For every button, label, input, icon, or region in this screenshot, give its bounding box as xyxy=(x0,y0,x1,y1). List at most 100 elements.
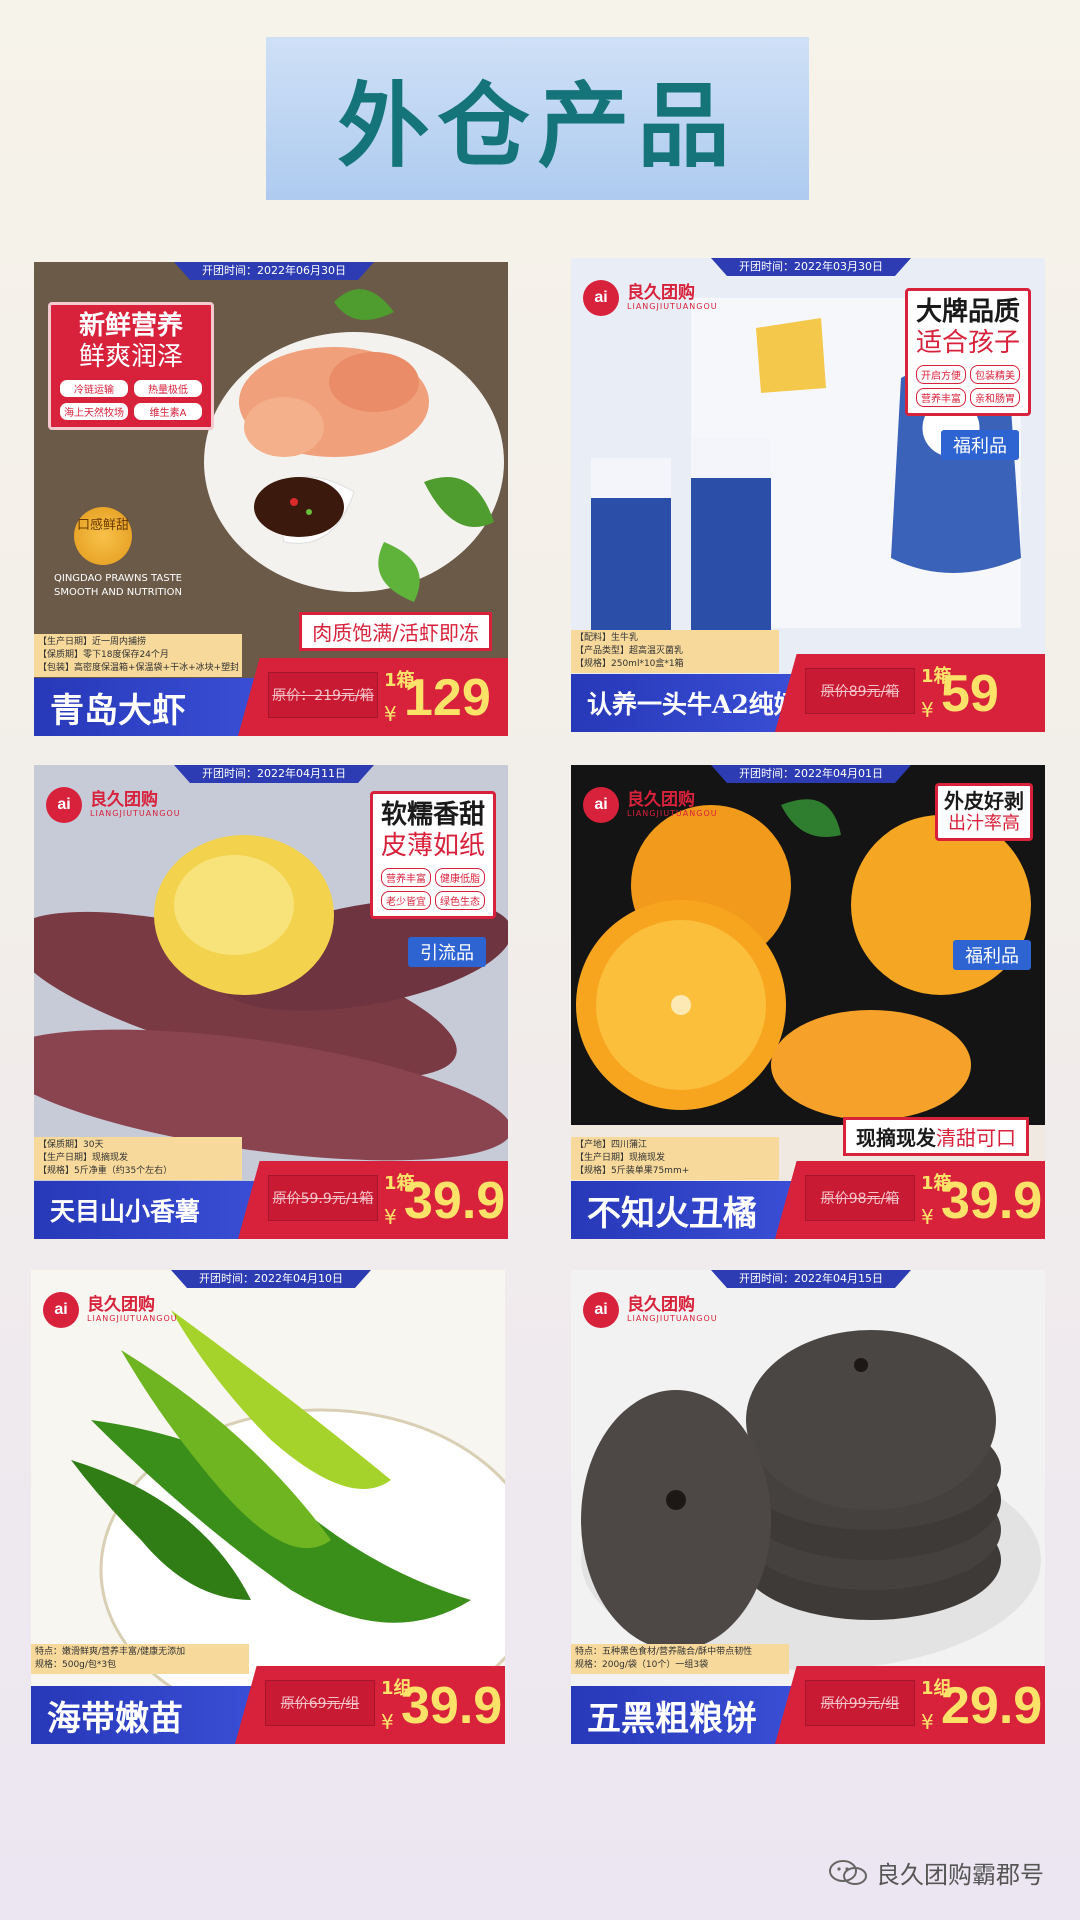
original-price: 原价89元/箱 xyxy=(805,668,915,714)
brand-logo-icon: ai xyxy=(583,787,619,823)
product-card-tangerine[interactable]: ai 良久团购 LIANGJIUTUANGOU 开团时间：2022年04月01日… xyxy=(571,765,1045,1239)
brand-logo-block: ai 良久团购 LIANGJIUTUANGOU xyxy=(583,1292,718,1328)
price-bar: 青岛大虾 原价：219元/箱 1箱 ¥ 129 xyxy=(34,658,508,736)
open-date: 开团时间：2022年04月10日 xyxy=(171,1270,371,1288)
brand-logo-block: ai 良久团购 LIANGJIUTUANGOU xyxy=(46,787,181,823)
open-date: 开团时间：2022年04月01日 xyxy=(711,765,911,783)
product-name: 不知火丑橘 xyxy=(571,1181,801,1239)
category-badge: 引流品 xyxy=(408,937,486,967)
feature-tag: 开启方便 xyxy=(915,365,966,385)
brand-logo-block: ai 良久团购 LIANGJIUTUANGOU xyxy=(43,1292,178,1328)
category-badge: 福利品 xyxy=(941,430,1019,460)
brand-name: 良久团购 xyxy=(627,1294,695,1315)
price-bar: 认养一头牛A2纯奶 原价89元/箱 1箱 ¥ 59 xyxy=(571,654,1045,732)
sale-price: 129 xyxy=(404,669,491,727)
product-card-kelp[interactable]: ai 良久团购 LIANGJIUTUANGOU 开团时间：2022年04月10日… xyxy=(31,1270,505,1744)
currency-symbol: ¥ xyxy=(384,1205,397,1229)
brand-name: 良久团购 xyxy=(90,789,158,810)
product-card-milk[interactable]: ai 良久团购 LIANGJIUTUANGOU 开团时间：2022年03月30日… xyxy=(571,258,1045,732)
promo-title: 外皮好剥 xyxy=(944,789,1024,813)
promo-subtitle: 适合孩子 xyxy=(915,328,1020,359)
promo-box: 大牌品质 适合孩子 开启方便 包装精美 营养丰富 亲和肠胃 xyxy=(904,288,1031,417)
currency-symbol: ¥ xyxy=(381,1710,394,1734)
original-price: 原价：219元/箱 xyxy=(268,672,378,718)
spec-line: 【产地】四川蒲江 xyxy=(575,1140,648,1150)
brand-pinyin: LIANGJIUTUANGOU xyxy=(87,1313,178,1323)
sale-price: 39.9 xyxy=(401,1677,503,1735)
brand-logo-block: ai 良久团购 LIANGJIUTUANGOU xyxy=(583,787,718,823)
slogan: 现摘现发清甜可口 xyxy=(843,1117,1029,1156)
feature-tag: 维生素A xyxy=(133,402,203,422)
feature-tag: 包装精美 xyxy=(969,365,1020,385)
brand-name: 良久团购 xyxy=(627,789,695,810)
footer-text: 良久团购霸郡号 xyxy=(876,1861,1044,1889)
brand-logo-icon: ai xyxy=(46,787,82,823)
original-price: 原价59.9元/1箱 xyxy=(268,1175,378,1221)
price-bar: 五黑粗粮饼 原价99元/组 1组 ¥ 29.9 xyxy=(571,1666,1045,1744)
price-box: 原价99元/组 1组 ¥ 29.9 xyxy=(775,1666,1045,1744)
currency-symbol: ¥ xyxy=(921,1710,934,1734)
brand-pinyin: LIANGJIUTUANGOU xyxy=(627,301,718,311)
currency-symbol: ¥ xyxy=(921,1205,934,1229)
spec-line: 【配料】生牛乳 xyxy=(575,633,639,643)
promo-box: 软糯香甜 皮薄如纸 营养丰富 健康低脂 老少皆宜 绿色生态 xyxy=(369,791,496,920)
brand-pinyin: LIANGJIUTUANGOU xyxy=(627,808,718,818)
promo-subtitle: 鲜爽润泽 xyxy=(78,342,183,373)
promo-subtitle: 皮薄如纸 xyxy=(380,831,485,862)
price-box: 原价98元/箱 1箱 ¥ 39.9 xyxy=(775,1161,1045,1239)
wechat-icon xyxy=(829,1859,867,1885)
promo-title: 新鲜营养 xyxy=(78,311,183,341)
price-bar: 天目山小香薯 原价59.9元/1箱 1箱 ¥ 39.9 xyxy=(34,1161,508,1239)
brand-logo-icon: ai xyxy=(583,1292,619,1328)
feature-tag: 热量极低 xyxy=(133,379,203,399)
product-card-black-cake[interactable]: ai 良久团购 LIANGJIUTUANGOU 开团时间：2022年04月15日… xyxy=(571,1270,1045,1744)
product-name: 青岛大虾 xyxy=(34,678,264,736)
feature-tag: 海上天然牧场 xyxy=(59,402,129,422)
brand-pinyin: LIANGJIUTUANGOU xyxy=(90,808,181,818)
feature-tag: 健康低脂 xyxy=(434,868,485,888)
brand-logo-icon: ai xyxy=(583,280,619,316)
open-date: 开团时间：2022年03月30日 xyxy=(711,258,911,276)
currency-symbol: ¥ xyxy=(921,698,934,722)
product-name: 天目山小香薯 xyxy=(34,1181,264,1239)
brand-name: 良久团购 xyxy=(627,282,695,303)
product-card-shrimp[interactable]: 开团时间：2022年06月30日 新鲜营养 鲜爽润泽 冷链运输 热量极低 海上天… xyxy=(34,262,508,736)
sale-price: 59 xyxy=(941,665,999,723)
promo-box: 新鲜营养 鲜爽润泽 冷链运输 热量极低 海上天然牧场 维生素A xyxy=(48,302,214,431)
feature-tag: 营养丰富 xyxy=(915,388,966,408)
taste-badge: 口感鲜甜 xyxy=(74,507,132,565)
promo-title: 软糯香甜 xyxy=(380,800,485,830)
brand-logo-icon: ai xyxy=(43,1292,79,1328)
price-box: 原价89元/箱 1箱 ¥ 59 xyxy=(775,654,1045,732)
feature-tag: 亲和肠胃 xyxy=(969,388,1020,408)
slogan-rest: 清甜可口 xyxy=(936,1126,1016,1150)
price-bar: 不知火丑橘 原价98元/箱 1箱 ¥ 39.9 xyxy=(571,1161,1045,1239)
original-price: 原价69元/组 xyxy=(265,1680,375,1726)
sale-price: 29.9 xyxy=(941,1677,1043,1735)
product-card-sweet-potato[interactable]: ai 良久团购 LIANGJIUTUANGOU 开团时间：2022年04月11日… xyxy=(34,765,508,1239)
page-header: 外仓产品 xyxy=(266,37,809,200)
price-bar: 海带嫩苗 原价69元/组 1组 ¥ 39.9 xyxy=(31,1666,505,1744)
brand-logo-block: ai 良久团购 LIANGJIUTUANGOU xyxy=(583,280,718,316)
open-date: 开团时间：2022年04月15日 xyxy=(711,1270,911,1288)
feature-tag: 营养丰富 xyxy=(380,868,431,888)
footer-watermark: 良久团购霸郡号 xyxy=(828,1855,1044,1890)
sale-price: 39.9 xyxy=(941,1172,1043,1230)
spec-line: 【保质期】30天 xyxy=(38,1140,104,1150)
product-name: 海带嫩苗 xyxy=(31,1686,261,1744)
slogan-bold: 现摘现发 xyxy=(856,1126,936,1150)
promo-subtitle: 出汁率高 xyxy=(948,813,1020,834)
product-name: 认养一头牛A2纯奶 xyxy=(571,674,801,732)
original-price: 原价98元/箱 xyxy=(805,1175,915,1221)
feature-tag: 冷链运输 xyxy=(59,379,129,399)
price-box: 原价：219元/箱 1箱 ¥ 129 xyxy=(238,658,508,736)
currency-symbol: ¥ xyxy=(384,702,397,726)
feature-tag: 绿色生态 xyxy=(434,891,485,911)
promo-box: 外皮好剥 出汁率高 xyxy=(935,783,1033,841)
brand-pinyin: LIANGJIUTUANGOU xyxy=(627,1313,718,1323)
sale-price: 39.9 xyxy=(404,1172,506,1230)
spec-line: 【生产日期】近一周内捕捞 xyxy=(38,637,147,647)
open-date: 开团时间：2022年04月11日 xyxy=(174,765,374,783)
promo-title: 大牌品质 xyxy=(915,297,1020,327)
category-badge: 福利品 xyxy=(953,940,1031,970)
